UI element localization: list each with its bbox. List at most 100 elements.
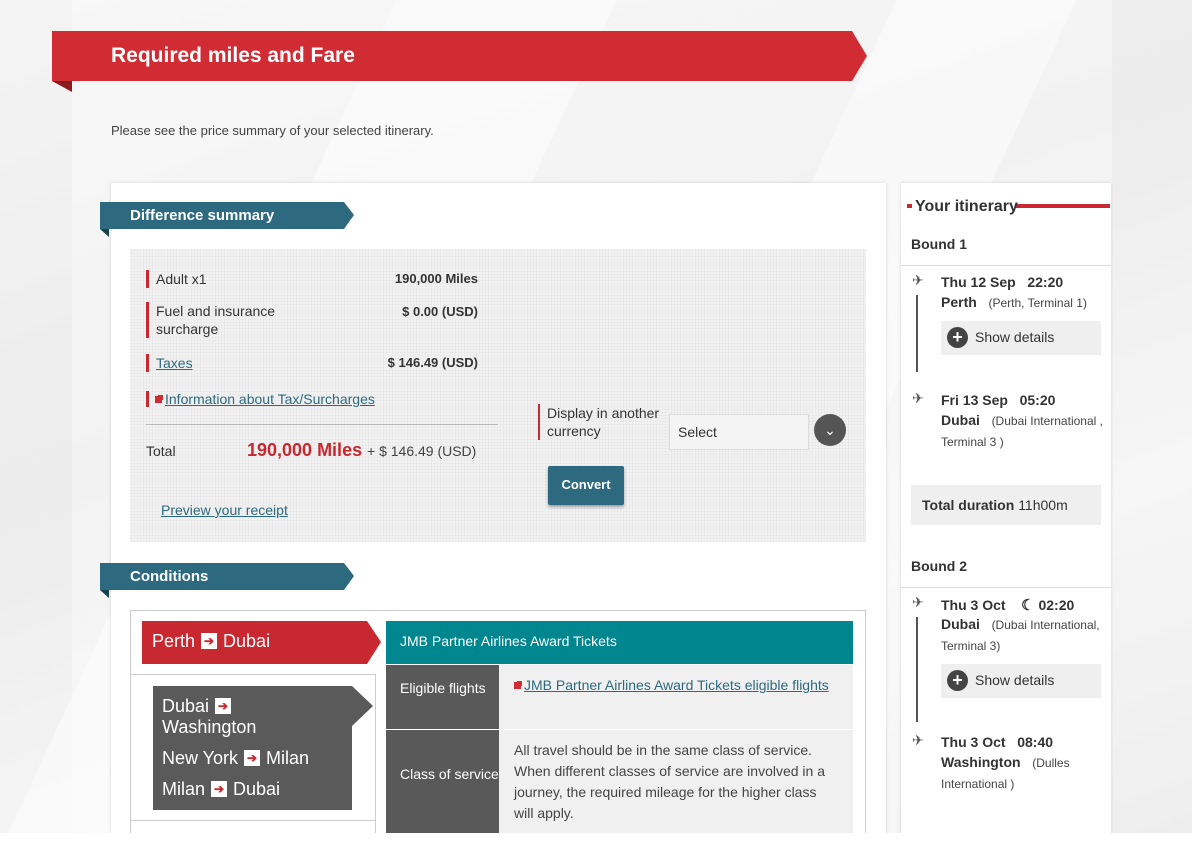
external-link-icon (155, 396, 162, 403)
header-fold (100, 229, 109, 237)
route-label: Perth ➔ Dubai (152, 631, 270, 652)
route-from: Milan (162, 779, 206, 799)
plus-icon: + (947, 670, 968, 691)
route-to: Dubai (223, 631, 271, 651)
eligible-flights-label: Eligible flights (386, 665, 499, 729)
show-details-label: Show details (975, 329, 1055, 345)
route-from: Perth (152, 631, 196, 651)
fuel-label: Fuel and insurance surcharge (146, 302, 296, 338)
arrive-time: 05:20 (1019, 392, 1056, 408)
total-duration: Total duration 11h00m (911, 485, 1101, 525)
route-from: New York (162, 748, 239, 768)
currency-select[interactable]: Select (669, 414, 809, 450)
bound-1-depart-city: Perth (Perth, Terminal 1) (941, 292, 1106, 313)
arrow-right-icon: ➔ (211, 781, 228, 797)
page-title: Required miles and Fare (111, 44, 355, 67)
itinerary-title: Your itinerary (915, 198, 1018, 215)
city-name: Washington (941, 754, 1021, 770)
arrow-right-icon: ➔ (215, 698, 232, 714)
total-miles: 190,000 Miles (247, 440, 363, 460)
banner-fold (52, 81, 72, 92)
taxes-row-label: Taxes (146, 354, 193, 372)
airport-name: (Perth, Terminal 1) (988, 296, 1087, 310)
city-name: Dubai (941, 616, 980, 632)
show-details-button[interactable]: + Show details (941, 321, 1101, 355)
adult-label: Adult x1 (146, 270, 207, 288)
bound-1-depart-datetime: Thu 12 Sep 22:20 (941, 274, 1063, 290)
takeoff-icon: ✈ (912, 594, 924, 610)
total-duration-value: 11h00m (1018, 497, 1068, 513)
timeline (916, 617, 918, 722)
bound-2-label: Bound 2 (911, 558, 967, 574)
timeline (916, 295, 918, 372)
other-routes-panel: Dubai ➔ Washington New York ➔ Milan Milan ➔ Du… (153, 686, 373, 810)
intro-text: Please see the price summary of your sel… (111, 123, 434, 138)
show-details-label: Show details (975, 672, 1055, 688)
divider (375, 674, 376, 843)
route-to: Washington (162, 717, 257, 737)
route-item[interactable]: New York ➔ Milan (162, 748, 309, 769)
depart-time: 22:20 (1027, 274, 1064, 290)
title-accent (1016, 204, 1110, 208)
route-item[interactable]: Dubai ➔ Washington (162, 696, 256, 738)
landing-icon: ✈ (912, 732, 924, 748)
divider (131, 820, 376, 821)
depart-date: Thu 3 Oct (941, 597, 1006, 613)
arrow-right-icon: ➔ (244, 750, 261, 766)
bound-2-arrive-datetime: Thu 3 Oct 08:40 (941, 734, 1053, 750)
convert-button[interactable]: Convert (548, 466, 624, 505)
route-item[interactable]: Milan ➔ Dubai (162, 779, 280, 800)
section-title: Difference summary (130, 207, 275, 224)
route-from: Dubai (162, 696, 210, 716)
city-name: Dubai (941, 412, 980, 428)
title-accent (907, 204, 912, 208)
depart-time: 02:20 (1038, 597, 1075, 613)
external-link-icon (514, 682, 521, 689)
plus-icon: + (947, 327, 968, 348)
bound-2-depart-datetime: Thu 3 Oct ☾ 02:20 (941, 596, 1074, 614)
total-label: Total (146, 443, 176, 459)
moon-icon: ☾ (1021, 597, 1035, 614)
landing-icon: ✈ (912, 390, 924, 406)
chevron-down-icon[interactable]: ⌄ (814, 414, 846, 446)
tax-info-link[interactable]: Information about Tax/Surcharges (165, 391, 375, 407)
city-name: Perth (941, 294, 977, 310)
bound-2-arrive-city: Washington (Dulles International ) (941, 752, 1106, 794)
bound-1-label: Bound 1 (911, 236, 967, 252)
show-details-button[interactable]: + Show details (941, 664, 1101, 698)
adult-value: 190,000 Miles (394, 271, 478, 286)
tax-info-row: Information about Tax/Surcharges (146, 391, 375, 407)
arrow-right-icon: ➔ (201, 633, 218, 649)
depart-date: Thu 12 Sep (941, 274, 1016, 290)
divider (901, 587, 1111, 588)
divider (146, 424, 498, 425)
preview-receipt-link[interactable]: Preview your receipt (161, 502, 288, 518)
eligible-flights-cell: JMB Partner Airlines Award Tickets eligi… (499, 665, 853, 729)
divider (901, 265, 1111, 266)
taxes-link[interactable]: Taxes (156, 355, 193, 371)
currency-label: Display in another currency (538, 404, 660, 440)
takeoff-icon: ✈ (912, 272, 924, 288)
route-tab-perth-dubai[interactable]: Perth ➔ Dubai (142, 621, 381, 664)
eligible-flights-link[interactable]: JMB Partner Airlines Award Tickets eligi… (524, 677, 829, 693)
bound-1-arrive-datetime: Fri 13 Sep 05:20 (941, 392, 1055, 408)
taxes-value: $ 146.49 (USD) (387, 355, 478, 370)
difference-summary-header: Difference summary (100, 202, 354, 229)
conditions-table-title: JMB Partner Airlines Award Tickets (386, 621, 853, 664)
total-extra: + $ 146.49 (USD) (367, 443, 477, 459)
arrive-date: Thu 3 Oct (941, 734, 1006, 750)
bound-2-depart-city: Dubai (Dubai International, Terminal 3) (941, 614, 1106, 656)
route-to: Dubai (233, 779, 281, 799)
fuel-value: $ 0.00 (USD) (402, 304, 478, 319)
route-to: Milan (266, 748, 310, 768)
arrive-time: 08:40 (1017, 734, 1054, 750)
class-of-service-text: All travel should be in the same class o… (499, 730, 853, 843)
section-title: Conditions (130, 568, 209, 585)
bound-1-arrive-city: Dubai (Dubai International , Terminal 3 … (941, 410, 1106, 452)
page-bottom-edge (0, 833, 1192, 843)
header-fold (100, 590, 109, 598)
conditions-header: Conditions (100, 563, 354, 590)
total-duration-label: Total duration (922, 497, 1015, 513)
divider (131, 674, 376, 675)
class-of-service-label: Class of service (386, 730, 499, 843)
